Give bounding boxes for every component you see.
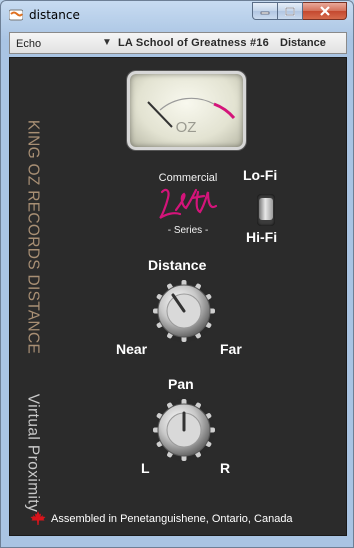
pan-right-label: R (220, 460, 231, 476)
hifi-label: Hi-Fi (246, 229, 278, 245)
distance-knob[interactable] (150, 277, 218, 345)
dropdown-arrow-icon[interactable]: ▼ (102, 37, 112, 48)
vu-meter: OZ (127, 71, 246, 150)
plugin-name: Distance (280, 37, 326, 49)
distance-far-label: Far (220, 341, 242, 357)
pan-knob[interactable] (150, 396, 218, 464)
signature-logo (159, 188, 218, 219)
brand-vertical-subtitle: Virtual Proximity (24, 393, 42, 513)
plugin-panel: KING OZ RECORDS DISTANCE Virtual Proximi… (9, 57, 347, 536)
preset-selector[interactable]: LA School of Greatness #16 (118, 37, 269, 49)
maximize-icon (285, 6, 295, 16)
close-icon (319, 6, 330, 16)
minimize-icon (260, 11, 270, 15)
meter-label: OZ (176, 119, 197, 136)
minimize-button[interactable] (252, 2, 278, 20)
title-bar[interactable]: distance (1, 1, 353, 29)
distance-label: Distance (148, 257, 207, 273)
window-title: distance (29, 8, 80, 22)
maximize-button[interactable] (278, 2, 303, 20)
distance-near-label: Near (116, 341, 148, 357)
app-icon (9, 9, 23, 21)
commercial-label: Commercial (158, 172, 218, 184)
series-label: - Series - (167, 225, 209, 236)
pan-left-label: L (141, 460, 150, 476)
footer: Assembled in Penetanguishene, Ontario, C… (30, 511, 293, 526)
pan-label: Pan (168, 376, 194, 392)
lofi-hifi-toggle[interactable] (257, 194, 275, 226)
toggle-lever[interactable] (259, 198, 273, 220)
lofi-label: Lo-Fi (243, 167, 278, 183)
close-button[interactable] (303, 2, 347, 20)
host-header-bar: Echo ▼ LA School of Greatness #16 Distan… (9, 32, 347, 54)
footer-text: Assembled in Penetanguishene, Ontario, C… (51, 512, 293, 525)
brand-vertical-title: KING OZ RECORDS DISTANCE (24, 119, 42, 355)
effect-type-label: Echo (16, 38, 42, 50)
maple-leaf-icon (30, 511, 46, 525)
plugin-window: distance Echo ▼ LA School of Greatness #… (0, 0, 354, 548)
caption-buttons (252, 2, 347, 20)
